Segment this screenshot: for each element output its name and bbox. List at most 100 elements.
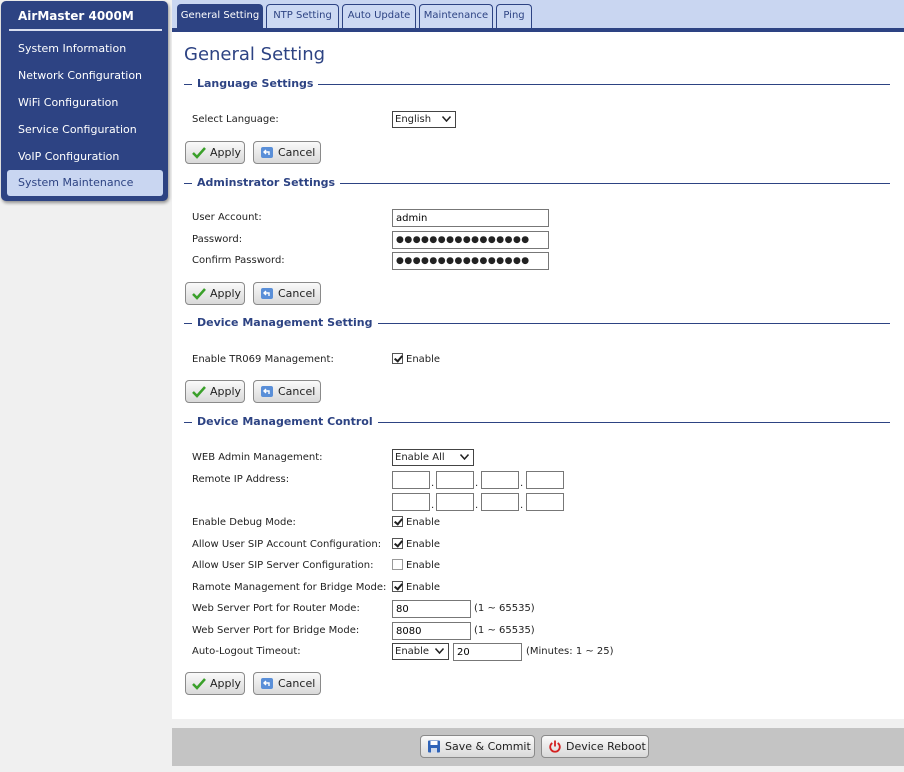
apply-label: Apply — [210, 146, 242, 159]
chevron-down-icon — [442, 116, 451, 122]
tab-general-setting[interactable]: General Setting — [177, 4, 263, 28]
bridge-port-input[interactable] — [392, 622, 471, 640]
section-administrator-settings: Adminstrator Settings — [184, 176, 890, 190]
control-apply-button[interactable]: Apply — [185, 672, 245, 695]
web-admin-label: WEB Admin Management: — [192, 452, 323, 463]
undo-icon — [261, 147, 273, 158]
bridge-port-label: Web Server Port for Bridge Mode: — [192, 625, 360, 636]
check-icon — [192, 288, 206, 300]
remote-ip-1-octet-2[interactable] — [436, 471, 474, 489]
sip-account-enable-label: Enable — [406, 539, 441, 550]
sip-server-enable-label: Enable — [406, 560, 441, 571]
save-commit-button[interactable]: Save & Commit — [420, 735, 535, 758]
remote-ip-2-octet-4[interactable] — [526, 493, 564, 511]
bridge-port-hint: (1 ~ 65535) — [474, 625, 535, 636]
logout-timeout-input[interactable] — [453, 643, 522, 661]
power-icon — [549, 740, 561, 753]
ip-dot: . — [520, 500, 524, 511]
section-title: Language Settings — [192, 77, 319, 91]
debug-enable-label: Enable — [406, 517, 441, 528]
remote-ip-label: Remote IP Address: — [192, 474, 290, 485]
password-input[interactable]: ●●●●●●●●●●●●●●●● — [392, 231, 549, 249]
web-admin-select[interactable]: Enable All — [392, 449, 474, 466]
mgmt-cancel-button[interactable]: Cancel — [253, 380, 321, 403]
ip-dot: . — [475, 478, 479, 489]
debug-mode-checkbox[interactable] — [392, 516, 403, 527]
router-port-hint: (1 ~ 65535) — [474, 603, 535, 614]
cancel-label: Cancel — [278, 146, 316, 159]
admin-cancel-button[interactable]: Cancel — [253, 282, 321, 305]
chevron-down-icon — [460, 454, 469, 460]
logout-timeout-select[interactable]: Enable — [392, 643, 449, 660]
tr069-checkbox[interactable] — [392, 353, 403, 364]
remote-ip-2-octet-3[interactable] — [481, 493, 519, 511]
cancel-label: Cancel — [278, 287, 316, 300]
sip-account-label: Allow User SIP Account Configuration: — [192, 539, 382, 550]
bridge-remote-checkbox[interactable] — [392, 581, 403, 592]
remote-ip-1-octet-3[interactable] — [481, 471, 519, 489]
web-admin-select-value: Enable All — [395, 452, 445, 463]
mgmt-apply-button[interactable]: Apply — [185, 380, 245, 403]
tab-maintenance[interactable]: Maintenance — [419, 4, 493, 28]
admin-apply-button[interactable]: Apply — [185, 282, 245, 305]
bridge-remote-enable-label: Enable — [406, 582, 441, 593]
remote-ip-1-octet-4[interactable] — [526, 471, 564, 489]
user-account-label: User Account: — [192, 212, 262, 223]
language-apply-button[interactable]: Apply — [185, 141, 245, 164]
sidebar-title: AirMaster 4000M — [9, 5, 162, 31]
tr069-enable-label: Enable — [406, 354, 441, 365]
ip-dot: . — [475, 500, 479, 511]
section-title: Adminstrator Settings — [192, 176, 341, 190]
section-title: Device Management Control — [192, 415, 378, 429]
remote-ip-2-octet-2[interactable] — [436, 493, 474, 511]
cancel-label: Cancel — [278, 677, 316, 690]
select-language-label: Select Language: — [192, 114, 279, 125]
sip-server-checkbox[interactable] — [392, 559, 403, 570]
confirm-password-label: Confirm Password: — [192, 255, 285, 266]
password-label: Password: — [192, 234, 243, 245]
chevron-down-icon — [435, 648, 444, 654]
language-select[interactable]: English — [392, 111, 456, 128]
device-reboot-button[interactable]: Device Reboot — [541, 735, 649, 758]
remote-ip-2-octet-1[interactable] — [392, 493, 430, 511]
ip-dot: . — [431, 478, 435, 489]
sidebar-item-system-information[interactable]: System Information — [7, 36, 163, 62]
tr069-label: Enable TR069 Management: — [192, 354, 334, 365]
logout-timeout-hint: (Minutes: 1 ~ 25) — [526, 646, 614, 657]
tab-bar: General Setting NTP Setting Auto Update … — [172, 0, 904, 32]
bridge-remote-label: Ramote Management for Bridge Mode: — [192, 582, 387, 593]
undo-icon — [261, 678, 273, 689]
section-title: Device Management Setting — [192, 316, 378, 330]
language-cancel-button[interactable]: Cancel — [253, 141, 321, 164]
user-account-input[interactable] — [392, 209, 549, 227]
ip-dot: . — [431, 500, 435, 511]
sidebar-item-wifi-configuration[interactable]: WiFi Configuration — [7, 90, 163, 116]
check-icon — [192, 678, 206, 690]
save-commit-label: Save & Commit — [445, 740, 531, 753]
logout-timeout-label: Auto-Logout Timeout: — [192, 646, 301, 657]
sidebar-item-service-configuration[interactable]: Service Configuration — [7, 117, 163, 143]
check-icon — [192, 386, 206, 398]
device-reboot-label: Device Reboot — [566, 740, 646, 753]
section-device-management-setting: Device Management Setting — [184, 316, 890, 330]
control-cancel-button[interactable]: Cancel — [253, 672, 321, 695]
cancel-label: Cancel — [278, 385, 316, 398]
section-language-settings: Language Settings — [184, 77, 890, 91]
apply-label: Apply — [210, 385, 242, 398]
undo-icon — [261, 386, 273, 397]
tab-ntp-setting[interactable]: NTP Setting — [266, 4, 339, 28]
apply-label: Apply — [210, 287, 242, 300]
sidebar-item-system-maintenance[interactable]: System Maintenance — [7, 170, 163, 196]
ip-dot: . — [520, 478, 524, 489]
router-port-input[interactable] — [392, 600, 471, 618]
logout-select-value: Enable — [395, 646, 430, 657]
section-device-management-control: Device Management Control — [184, 415, 890, 429]
remote-ip-1-octet-1[interactable] — [392, 471, 430, 489]
tab-auto-update[interactable]: Auto Update — [342, 4, 416, 28]
tab-ping[interactable]: Ping — [496, 4, 532, 28]
sidebar-item-voip-configuration[interactable]: VoIP Configuration — [7, 144, 163, 170]
sip-account-checkbox[interactable] — [392, 538, 403, 549]
sidebar-item-network-configuration[interactable]: Network Configuration — [7, 63, 163, 89]
confirm-password-input[interactable]: ●●●●●●●●●●●●●●●● — [392, 252, 549, 270]
page-title: General Setting — [184, 44, 326, 65]
